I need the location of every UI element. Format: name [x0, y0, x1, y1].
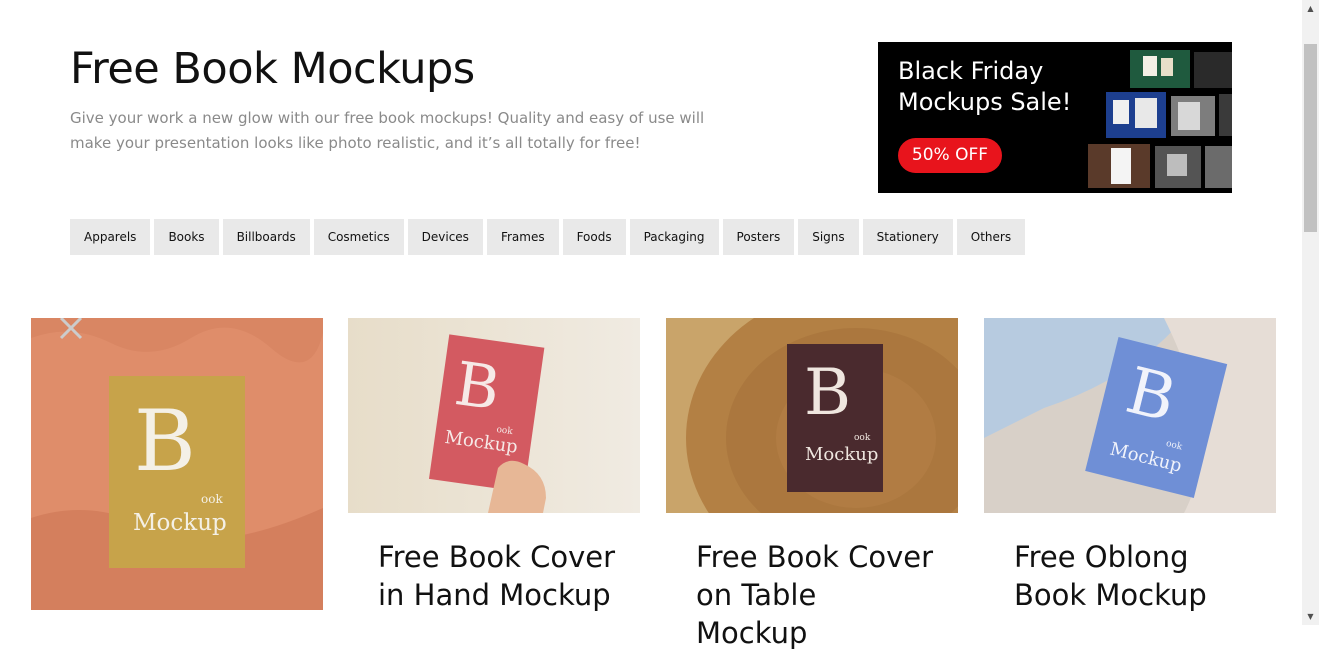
svg-text:Mockup: Mockup	[805, 444, 878, 465]
card-title[interactable]: Free Book Cover on Table Mockup	[696, 538, 936, 652]
category-cosmetics[interactable]: Cosmetics	[313, 219, 404, 255]
page-title: Free Book Mockups	[70, 44, 475, 94]
black-friday-banner[interactable]: Black Friday Mockups Sale! 50% OFF	[878, 42, 1232, 193]
book-on-table-image[interactable]: B ook Mockup	[666, 318, 958, 513]
svg-text:ook: ook	[854, 433, 871, 443]
vertical-scrollbar[interactable]: ▲ ▼	[1302, 0, 1319, 625]
category-apparels[interactable]: Apparels	[70, 219, 151, 255]
banner-title-line1: Black Friday	[898, 57, 1044, 85]
book-word: Mockup	[133, 510, 227, 536]
banner-mockup-thumbnails	[1088, 50, 1232, 188]
category-billboards[interactable]: Billboards	[222, 219, 310, 255]
category-packaging[interactable]: Packaging	[629, 219, 719, 255]
svg-text:B: B	[804, 356, 851, 430]
category-signs[interactable]: Signs	[798, 219, 859, 255]
scroll-up-arrow-icon[interactable]: ▲	[1302, 0, 1319, 17]
book-on-fur-image[interactable]: B ook Mockup	[31, 318, 323, 610]
oblong-book-image[interactable]: B ook Mockup	[984, 318, 1276, 513]
category-stationery[interactable]: Stationery	[862, 219, 953, 255]
book-in-hand-image[interactable]: B ook Mockup	[348, 318, 640, 513]
category-books[interactable]: Books	[154, 219, 219, 255]
discount-badge[interactable]: 50% OFF	[898, 138, 1002, 173]
category-nav: Apparels Books Billboards Cosmetics Devi…	[70, 219, 1026, 255]
book-small-text: ook	[201, 492, 223, 506]
page-description: Give your work a new glow with our free …	[70, 109, 705, 152]
card-title[interactable]: Free Book Cover in Hand Mockup	[378, 538, 618, 614]
category-others[interactable]: Others	[956, 219, 1026, 255]
banner-title: Black Friday Mockups Sale!	[898, 56, 1071, 118]
scroll-down-arrow-icon[interactable]: ▼	[1302, 608, 1319, 625]
category-devices[interactable]: Devices	[407, 219, 483, 255]
scroll-thumb[interactable]	[1304, 44, 1317, 232]
banner-title-line2: Mockups Sale!	[898, 88, 1072, 116]
category-foods[interactable]: Foods	[562, 219, 626, 255]
book-letter: B	[134, 392, 196, 490]
card-title[interactable]: Free Oblong Book Mockup	[1014, 538, 1254, 614]
category-posters[interactable]: Posters	[722, 219, 795, 255]
category-frames[interactable]: Frames	[486, 219, 559, 255]
